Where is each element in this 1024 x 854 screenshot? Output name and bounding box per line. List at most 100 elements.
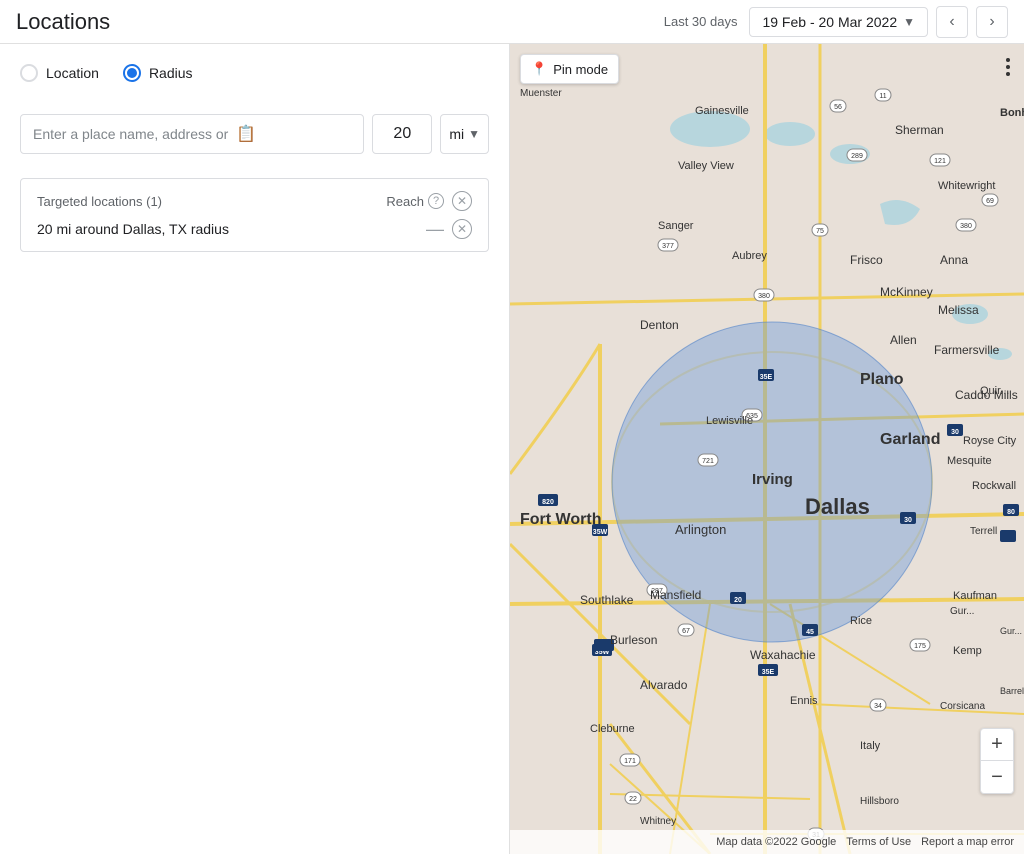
place-input-placeholder: Enter a place name, address or bbox=[33, 126, 228, 142]
svg-text:Italy: Italy bbox=[860, 740, 881, 752]
targeted-actions: Reach ? ✕ bbox=[386, 191, 472, 211]
svg-text:Alvarado: Alvarado bbox=[640, 678, 688, 692]
prev-arrow-button[interactable]: ‹ bbox=[936, 6, 968, 38]
reach-label-text: Reach bbox=[386, 194, 424, 209]
location-text: 20 mi around Dallas, TX radius bbox=[37, 221, 229, 237]
radius-radio-circle[interactable] bbox=[123, 64, 141, 82]
svg-text:Sherman: Sherman bbox=[895, 123, 944, 137]
svg-text:Corsicana: Corsicana bbox=[940, 701, 985, 712]
svg-text:30: 30 bbox=[904, 517, 912, 524]
date-range-label: Last 30 days bbox=[664, 14, 738, 29]
page-header: Locations Last 30 days 19 Feb - 20 Mar 2… bbox=[0, 0, 1024, 44]
unit-select[interactable]: mi ▼ bbox=[440, 114, 489, 154]
reach-container: Reach ? bbox=[386, 193, 444, 209]
svg-text:Kaufman: Kaufman bbox=[953, 590, 997, 602]
pin-mode-button[interactable]: 📍 Pin mode bbox=[520, 54, 619, 84]
svg-text:Southlake: Southlake bbox=[580, 593, 634, 607]
svg-text:Terrell: Terrell bbox=[970, 526, 997, 537]
svg-text:721: 721 bbox=[702, 458, 714, 465]
map-container: 35E 35W 20 30 45 380 289 377 635 bbox=[510, 44, 1024, 854]
svg-text:380: 380 bbox=[960, 223, 972, 230]
svg-text:Lewisville: Lewisville bbox=[706, 415, 753, 427]
svg-text:Burleson: Burleson bbox=[610, 633, 657, 647]
map-pin-icon: 📋 bbox=[236, 124, 256, 144]
svg-text:35E: 35E bbox=[762, 669, 775, 676]
svg-text:Valley View: Valley View bbox=[678, 160, 734, 172]
svg-text:67: 67 bbox=[682, 628, 690, 635]
svg-text:75: 75 bbox=[816, 228, 824, 235]
pin-icon: 📍 bbox=[531, 61, 547, 77]
next-arrow-button[interactable]: › bbox=[976, 6, 1008, 38]
location-close-button[interactable]: ✕ bbox=[452, 219, 472, 239]
svg-text:Sanger: Sanger bbox=[658, 220, 694, 232]
svg-text:22: 22 bbox=[629, 796, 637, 803]
svg-text:175: 175 bbox=[914, 643, 926, 650]
location-minus-button[interactable]: — bbox=[426, 220, 444, 238]
radius-radio-option[interactable]: Radius bbox=[123, 64, 193, 82]
zoom-in-button[interactable]: + bbox=[981, 729, 1013, 761]
svg-text:Garland: Garland bbox=[880, 431, 940, 448]
unit-value: mi bbox=[449, 126, 464, 142]
svg-text:Hillsboro: Hillsboro bbox=[860, 796, 899, 807]
svg-text:Gainesville: Gainesville bbox=[695, 105, 749, 117]
map-more-button[interactable] bbox=[1002, 54, 1014, 80]
more-dot-1 bbox=[1006, 58, 1010, 62]
svg-text:Rockwall: Rockwall bbox=[972, 480, 1016, 492]
page-title: Locations bbox=[16, 9, 110, 35]
svg-text:Farmersville: Farmersville bbox=[934, 343, 1000, 357]
svg-text:30: 30 bbox=[951, 429, 959, 436]
targeted-header: Targeted locations (1) Reach ? ✕ bbox=[37, 191, 472, 211]
svg-text:Barrel: Barrel bbox=[1000, 686, 1024, 696]
date-range-button[interactable]: 19 Feb - 20 Mar 2022 ▼ bbox=[749, 7, 928, 37]
svg-text:Cleburne: Cleburne bbox=[590, 723, 635, 735]
svg-text:Arlington: Arlington bbox=[675, 522, 726, 537]
report-map-error-link[interactable]: Report a map error bbox=[921, 836, 1014, 848]
pin-mode-label: Pin mode bbox=[553, 62, 608, 77]
svg-text:Muenster: Muenster bbox=[520, 88, 562, 99]
svg-text:Royse City: Royse City bbox=[963, 435, 1017, 447]
search-input-row: Enter a place name, address or 📋 mi ▼ bbox=[20, 114, 489, 154]
svg-text:11: 11 bbox=[879, 93, 886, 100]
svg-text:380: 380 bbox=[758, 293, 770, 300]
chevron-down-icon: ▼ bbox=[903, 15, 915, 29]
svg-text:35W: 35W bbox=[593, 529, 608, 536]
main-content: Location Radius Enter a place name, addr… bbox=[0, 44, 1024, 854]
date-range-value: 19 Feb - 20 Mar 2022 bbox=[762, 14, 897, 30]
map-svg: 35E 35W 20 30 45 380 289 377 635 bbox=[510, 44, 1024, 854]
more-dot-2 bbox=[1006, 65, 1010, 69]
place-input-field[interactable]: Enter a place name, address or 📋 bbox=[20, 114, 364, 154]
right-arrow-icon: › bbox=[989, 13, 994, 31]
svg-text:Frisco: Frisco bbox=[850, 253, 883, 267]
targeted-close-button[interactable]: ✕ bbox=[452, 191, 472, 211]
unit-chevron-icon: ▼ bbox=[468, 127, 480, 141]
location-radio-circle[interactable] bbox=[20, 64, 38, 82]
svg-text:Mansfield: Mansfield bbox=[650, 588, 701, 602]
svg-text:Plano: Plano bbox=[860, 371, 904, 388]
zoom-out-button[interactable]: − bbox=[981, 761, 1013, 793]
targeted-title: Targeted locations (1) bbox=[37, 194, 162, 209]
svg-text:Aubrey: Aubrey bbox=[732, 250, 767, 262]
svg-text:Dallas: Dallas bbox=[805, 494, 870, 519]
svg-text:Gur...: Gur... bbox=[950, 606, 974, 617]
svg-text:80: 80 bbox=[1007, 509, 1015, 516]
svg-text:Whitewright: Whitewright bbox=[938, 180, 995, 192]
svg-text:20: 20 bbox=[734, 597, 742, 604]
svg-text:Bonham: Bonham bbox=[1000, 107, 1024, 119]
more-dot-3 bbox=[1006, 72, 1010, 76]
reach-info-icon[interactable]: ? bbox=[428, 193, 444, 209]
svg-text:Gur...: Gur... bbox=[1000, 626, 1022, 636]
svg-text:Allen: Allen bbox=[890, 333, 917, 347]
location-row-actions: — ✕ bbox=[426, 219, 472, 239]
svg-text:121: 121 bbox=[934, 158, 946, 165]
map-data-label: Map data ©2022 Google bbox=[716, 836, 836, 848]
svg-text:34: 34 bbox=[874, 703, 882, 710]
svg-text:Rice: Rice bbox=[850, 615, 872, 627]
svg-text:289: 289 bbox=[851, 153, 863, 160]
location-radio-option[interactable]: Location bbox=[20, 64, 99, 82]
svg-text:Kemp: Kemp bbox=[953, 645, 982, 657]
radius-input[interactable] bbox=[372, 114, 432, 154]
header-controls: Last 30 days 19 Feb - 20 Mar 2022 ▼ ‹ › bbox=[664, 6, 1008, 38]
terms-of-use-link[interactable]: Terms of Use bbox=[846, 836, 911, 848]
svg-text:820: 820 bbox=[542, 499, 554, 506]
svg-text:Whitney: Whitney bbox=[640, 816, 676, 827]
